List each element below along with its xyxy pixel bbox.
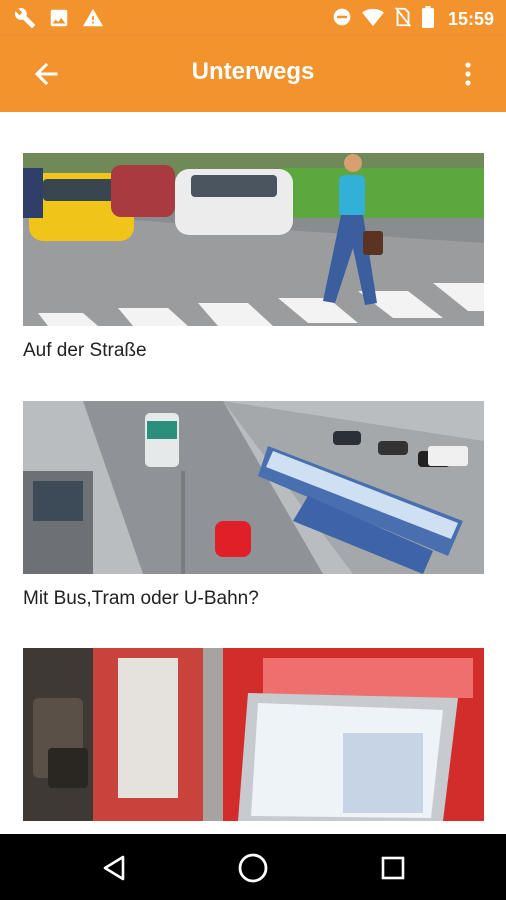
status-time: 15:59 xyxy=(447,9,494,29)
warning-icon xyxy=(82,7,104,34)
overflow-menu-button[interactable] xyxy=(456,52,480,96)
ticket-machine-photo xyxy=(23,648,484,821)
topic-list[interactable]: Auf der Straße Mit Bus,Tram oder U-Bahn? xyxy=(0,112,506,834)
nav-home-icon xyxy=(233,853,273,892)
list-item-label: Mit Bus,Tram oder U-Bahn? xyxy=(23,588,259,609)
street-crosswalk-photo xyxy=(23,153,484,326)
nav-back-button[interactable] xyxy=(94,848,134,888)
wifi-icon xyxy=(362,7,384,32)
tram-street-aerial-photo xyxy=(23,401,484,574)
list-item[interactable]: Mit Bus,Tram oder U-Bahn? xyxy=(23,401,484,610)
image-icon xyxy=(48,7,70,34)
page-title: Unterwegs xyxy=(191,58,315,85)
no-sim-icon xyxy=(394,6,412,33)
status-bar: 15:59 xyxy=(0,0,506,36)
more-vert-icon xyxy=(456,62,480,100)
nav-recents-button[interactable] xyxy=(373,848,413,888)
nav-recents-icon xyxy=(373,856,413,892)
list-item[interactable]: Auf der Straße xyxy=(23,153,484,362)
system-nav-bar xyxy=(0,834,506,900)
nav-home-button[interactable] xyxy=(233,848,273,888)
app-bar: Unterwegs xyxy=(0,36,506,112)
battery-icon xyxy=(421,6,434,33)
nav-back-icon xyxy=(94,855,134,892)
wrench-icon xyxy=(14,7,36,34)
do-not-disturb-icon xyxy=(332,7,352,32)
list-item-label: Auf der Straße xyxy=(23,340,147,361)
list-item[interactable] xyxy=(23,648,484,834)
